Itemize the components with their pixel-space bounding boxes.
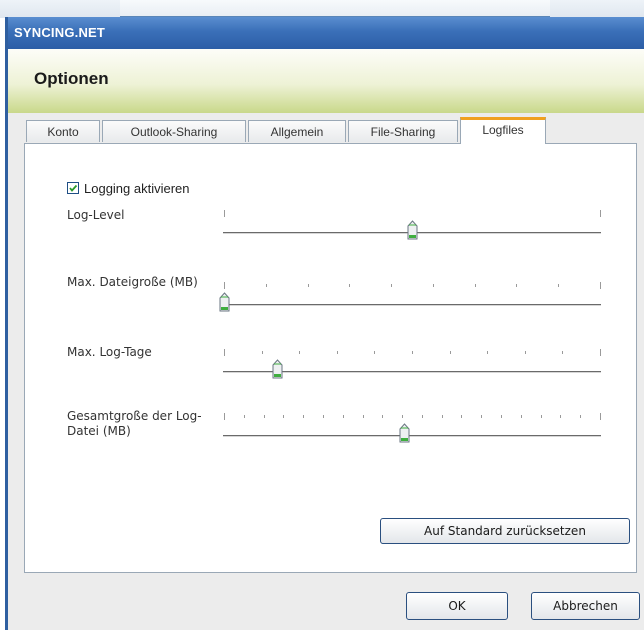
slider-tick bbox=[224, 210, 225, 217]
slider-tick bbox=[336, 351, 338, 354]
slider-tick bbox=[461, 415, 463, 418]
max-file-size-slider[interactable] bbox=[219, 282, 604, 312]
slider-tick bbox=[600, 210, 601, 217]
options-dialog: SYNCING.NET Optionen Konto Outlook-Shari… bbox=[5, 17, 644, 630]
max-file-size-label: Max. Dateigroße (MB) bbox=[67, 275, 198, 289]
slider-tick bbox=[243, 415, 245, 418]
slider-tick bbox=[524, 351, 526, 354]
total-log-size-slider[interactable] bbox=[220, 413, 604, 443]
slider-tick bbox=[224, 349, 225, 356]
logging-checkbox[interactable] bbox=[67, 182, 79, 194]
slider-track[interactable] bbox=[223, 304, 601, 306]
total-log-size-label: Gesamtgroße der Log-Datei (MB) bbox=[67, 409, 202, 438]
slider-tick bbox=[487, 351, 489, 354]
slider-tick bbox=[540, 415, 542, 418]
slider-tick bbox=[299, 351, 301, 354]
slider-thumb[interactable] bbox=[272, 359, 283, 379]
cancel-button[interactable]: Abbrechen bbox=[531, 592, 640, 620]
tab-logfiles[interactable]: Logfiles bbox=[460, 117, 546, 144]
background-window-strip bbox=[0, 0, 644, 18]
slider-tick bbox=[374, 351, 376, 354]
slider-tick bbox=[224, 282, 225, 289]
slider-thumb[interactable] bbox=[219, 292, 230, 312]
tab-outlook-sharing[interactable]: Outlook-Sharing bbox=[102, 120, 246, 142]
slider-thumb[interactable] bbox=[407, 220, 418, 240]
slider-tick bbox=[322, 415, 324, 418]
tab-file-sharing[interactable]: File-Sharing bbox=[348, 120, 458, 142]
slider-tick bbox=[481, 415, 483, 418]
slider-tick bbox=[283, 415, 285, 418]
logging-label: Logging aktivieren bbox=[84, 181, 190, 196]
slider-tick bbox=[342, 415, 344, 418]
slider-tick bbox=[600, 413, 601, 420]
slider-tick bbox=[516, 284, 518, 287]
slider-tick bbox=[600, 349, 601, 356]
slider-tick bbox=[261, 351, 263, 354]
slider-tick bbox=[362, 415, 364, 418]
slider-tick bbox=[432, 284, 434, 287]
slider-tick bbox=[562, 351, 564, 354]
page-title: Optionen bbox=[34, 69, 109, 88]
slider-tick bbox=[382, 415, 384, 418]
max-log-days-label: Max. Log-Tage bbox=[67, 345, 152, 359]
checkmark-icon bbox=[69, 184, 78, 192]
slider-tick bbox=[441, 415, 443, 418]
slider-tick bbox=[520, 415, 522, 418]
slider-tick bbox=[558, 284, 560, 287]
slider-tick bbox=[265, 284, 267, 287]
reset-defaults-button[interactable]: Auf Standard zurücksetzen bbox=[380, 518, 630, 544]
slider-tick bbox=[307, 284, 309, 287]
tab-konto[interactable]: Konto bbox=[26, 120, 100, 142]
background-window-segment bbox=[120, 0, 550, 18]
slider-tick bbox=[263, 415, 265, 418]
slider-tick bbox=[412, 351, 413, 354]
dialog-header: Optionen bbox=[8, 49, 644, 113]
ok-button[interactable]: OK bbox=[406, 592, 508, 620]
slider-tick bbox=[474, 284, 476, 287]
slider-tick bbox=[501, 415, 503, 418]
slider-tick bbox=[224, 413, 225, 420]
slider-thumb[interactable] bbox=[399, 423, 410, 443]
slider-tick bbox=[391, 284, 393, 287]
logfiles-panel: Logging aktivieren Log-Level Max. Dateig… bbox=[24, 143, 637, 573]
log-level-label: Log-Level bbox=[67, 208, 125, 222]
slider-tick bbox=[349, 284, 351, 287]
title-bar[interactable]: SYNCING.NET bbox=[8, 17, 644, 49]
tab-allgemein[interactable]: Allgemein bbox=[248, 120, 346, 142]
slider-tick bbox=[600, 282, 601, 289]
slider-tick bbox=[303, 415, 305, 418]
log-level-slider[interactable] bbox=[220, 210, 604, 240]
slider-ticks bbox=[220, 282, 604, 294]
slider-tick bbox=[560, 415, 562, 418]
slider-tick bbox=[402, 415, 404, 418]
slider-tick bbox=[580, 415, 582, 418]
slider-tick bbox=[421, 415, 423, 418]
slider-tick bbox=[449, 351, 451, 354]
window-title: SYNCING.NET bbox=[14, 25, 106, 40]
slider-track[interactable] bbox=[223, 435, 601, 437]
max-log-days-slider[interactable] bbox=[220, 349, 604, 379]
slider-ticks bbox=[220, 413, 604, 425]
